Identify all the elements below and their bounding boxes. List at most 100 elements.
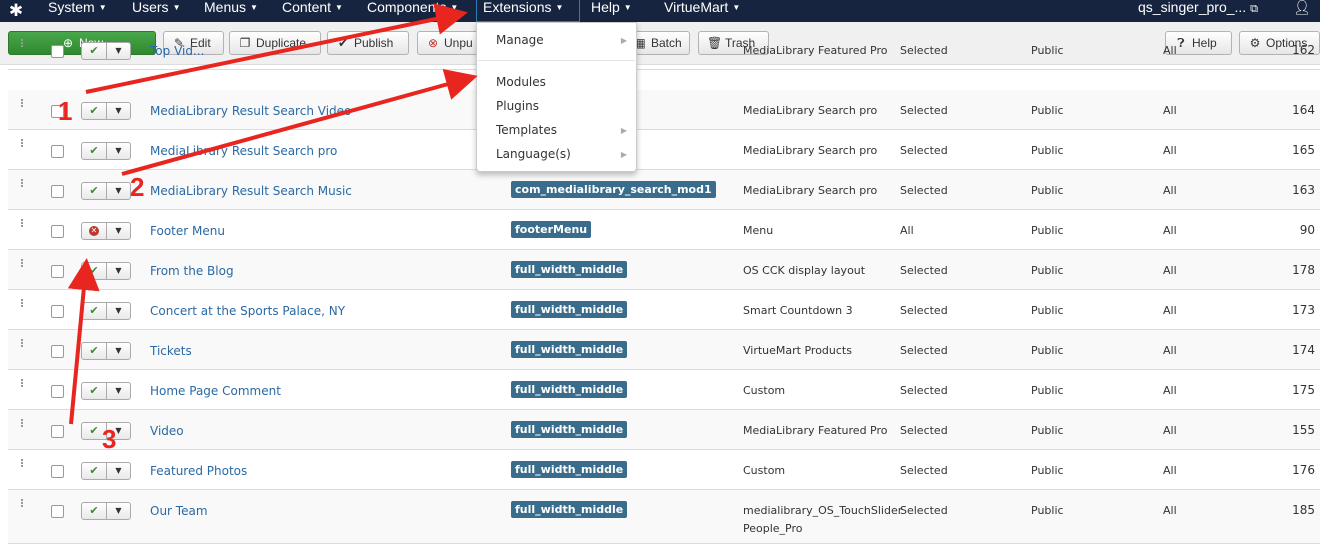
row-checkbox[interactable] [51,185,64,198]
published-check-icon[interactable]: ✔ [81,302,107,320]
site-link[interactable]: qs_singer_pro_... ⧉ [1138,0,1258,16]
menu-item-templates[interactable]: Templates [496,123,557,137]
module-title-link[interactable]: Concert at the Sports Palace, NY [150,304,345,318]
access-value: Public [1031,464,1064,477]
row-checkbox[interactable] [51,145,64,158]
chevron-down-icon[interactable]: ▼ [106,142,131,160]
status-toggle-group: ✔ ▼ [81,502,131,520]
pages-value: Selected [900,344,948,357]
drag-handle-icon[interactable] [21,258,25,268]
module-title-link[interactable]: MediaLibrary Result Search Music [150,184,352,198]
annotation-number-3: 3 [102,424,117,454]
status-toggle-group: ✔ ▼ [81,182,131,200]
chevron-down-icon[interactable]: ▼ [106,462,131,480]
chevron-down-icon[interactable]: ▼ [106,222,131,240]
menu-content[interactable]: Content ▼ [282,0,343,22]
unpublished-icon[interactable]: ✕ [81,222,107,240]
published-check-icon[interactable]: ✔ [81,262,107,280]
status-toggle-group: ✔ ▼ [81,342,131,360]
menu-help-label: Help [591,0,620,15]
module-title-link[interactable]: Footer Menu [150,224,225,238]
user-icon[interactable]: 👤︎ [1293,0,1311,14]
module-title-link[interactable]: Featured Photos [150,464,247,478]
module-type: MediaLibrary Search pro [743,104,878,117]
drag-handle-icon[interactable] [21,98,25,108]
drag-handle-icon[interactable] [21,378,25,388]
module-title-link[interactable]: Our Team [150,504,208,518]
row-checkbox[interactable] [51,305,64,318]
access-value: Public [1031,44,1064,57]
published-check-icon[interactable]: ✔ [81,182,107,200]
access-value: Public [1031,384,1064,397]
joomla-logo-icon[interactable]: ✱ [6,1,26,21]
position-badge: full_width_middle [511,261,628,278]
module-id: 176 [1292,463,1315,477]
row-checkbox[interactable] [51,465,64,478]
chevron-down-icon[interactable]: ▼ [106,302,131,320]
language-value: All [1163,504,1177,517]
row-checkbox[interactable] [51,425,64,438]
published-check-icon[interactable]: ✔ [81,382,107,400]
chevron-down-icon[interactable]: ▼ [106,42,131,60]
site-name: qs_singer_pro_... [1138,0,1247,15]
module-type: OS CCK display layout [743,264,866,277]
menu-item-manage[interactable]: Manage [496,33,544,47]
drag-handle-icon[interactable] [21,218,25,228]
drag-handle-icon[interactable] [21,38,25,48]
chevron-down-icon[interactable]: ▼ [106,102,131,120]
module-id: 175 [1292,383,1315,397]
published-check-icon[interactable]: ✔ [81,462,107,480]
pages-value: Selected [900,504,948,517]
chevron-down-icon[interactable]: ▼ [106,342,131,360]
module-title-link[interactable]: MediaLibrary Result Search pro [150,144,337,158]
row-checkbox[interactable] [51,45,64,58]
chevron-down-icon[interactable]: ▼ [106,182,131,200]
menu-item-modules[interactable]: Modules [496,75,546,89]
position-badge: full_width_middle [511,501,628,518]
chevron-down-icon: ▼ [555,3,564,12]
drag-handle-icon[interactable] [21,138,25,148]
row-checkbox[interactable] [51,345,64,358]
row-checkbox[interactable] [51,265,64,278]
module-title-link[interactable]: Home Page Comment [150,384,281,398]
row-checkbox[interactable] [51,505,64,518]
menu-item-languages[interactable]: Language(s) [496,147,571,161]
menu-virtuemart[interactable]: VirtueMart ▼ [664,0,740,22]
drag-handle-icon[interactable] [21,498,25,508]
table-row: ✔▼MediaLibrary Result Search Video...ear… [8,90,1320,130]
menu-help[interactable]: Help ▼ [591,0,632,22]
published-check-icon[interactable]: ✔ [81,102,107,120]
module-title-link[interactable]: Top Vid... [150,44,204,58]
row-checkbox[interactable] [51,385,64,398]
chevron-down-icon[interactable]: ▼ [106,262,131,280]
published-check-icon[interactable]: ✔ [81,42,107,60]
menu-system[interactable]: System ▼ [48,0,107,22]
table-row: ✔ ▼ Our Team full_width_middle medialibrary_… [8,490,1320,544]
published-check-icon[interactable]: ✔ [81,502,107,520]
module-type: Menu [743,224,774,237]
row-checkbox[interactable] [51,225,64,238]
published-check-icon[interactable]: ✔ [81,342,107,360]
drag-handle-icon[interactable] [21,418,25,428]
drag-handle-icon[interactable] [21,338,25,348]
chevron-down-icon[interactable]: ▼ [106,502,131,520]
menu-users[interactable]: Users ▼ [132,0,180,22]
module-title-link[interactable]: Video [150,424,184,438]
drag-handle-icon[interactable] [21,298,25,308]
menu-item-plugins[interactable]: Plugins [496,99,539,113]
chevron-right-icon: ▶ [620,36,627,45]
menu-components[interactable]: Components ▼ [367,0,458,22]
drag-handle-icon[interactable] [21,458,25,468]
status-toggle-group: ✔ ▼ [81,382,131,400]
module-title-link[interactable]: From the Blog [150,264,234,278]
module-type: MediaLibrary Search pro [743,144,878,157]
status-toggle-group: ✔ ▼ [81,102,131,120]
pages-value: Selected [900,264,948,277]
menu-menus[interactable]: Menus ▼ [204,0,258,22]
module-title-link[interactable]: MediaLibrary Result Search Video [150,104,351,118]
drag-handle-icon[interactable] [21,178,25,188]
chevron-down-icon[interactable]: ▼ [106,382,131,400]
module-title-link[interactable]: Tickets [150,344,192,358]
published-check-icon[interactable]: ✔ [81,142,107,160]
menu-extensions[interactable]: Extensions ▼ [476,0,580,22]
